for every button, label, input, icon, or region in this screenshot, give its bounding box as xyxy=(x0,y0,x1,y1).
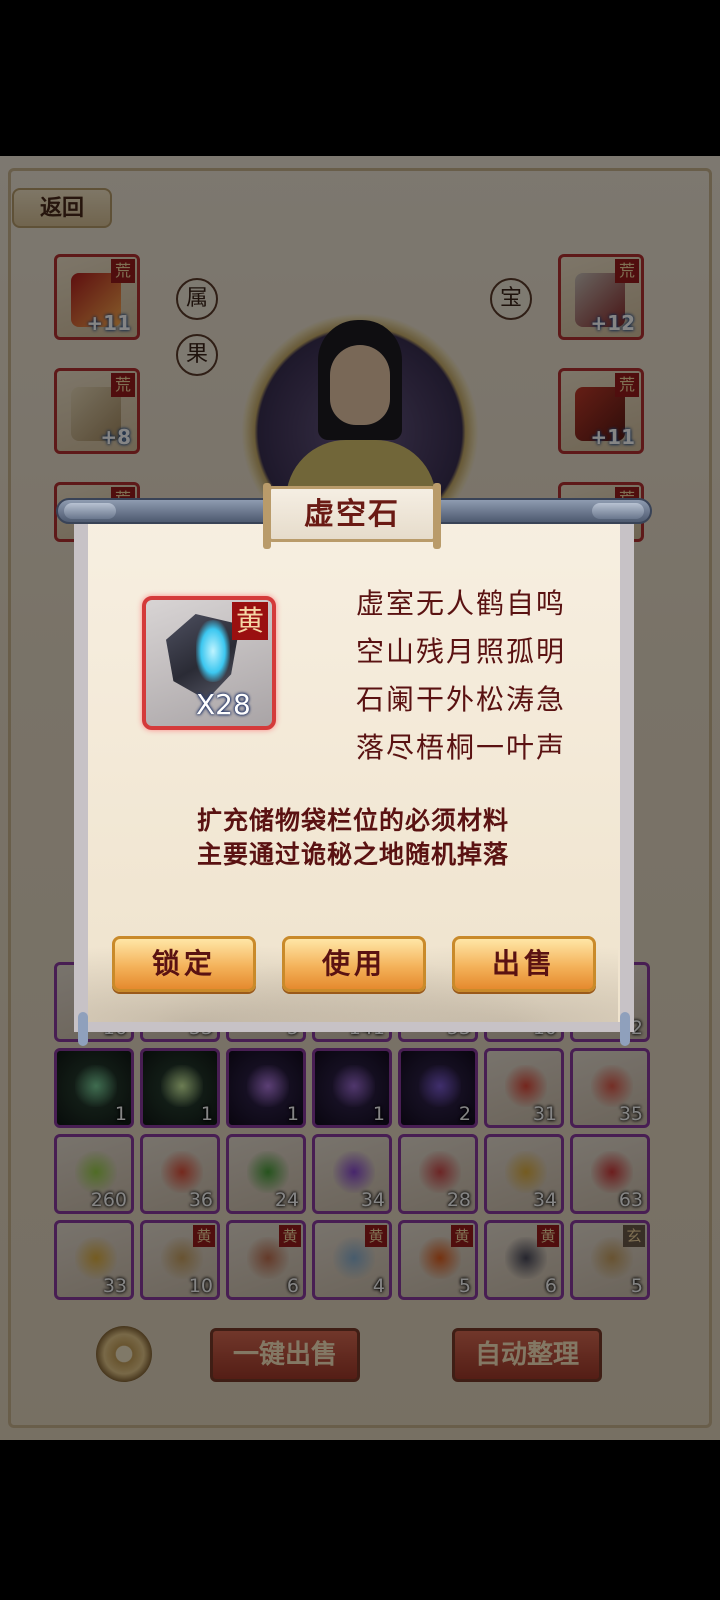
item-description: 扩充储物袋栏位的必须材料 主要通过诡秘之地随机掉落 xyxy=(88,804,618,872)
scroll-rivet xyxy=(620,1012,630,1046)
description-line: 主要通过诡秘之地随机掉落 xyxy=(196,840,509,869)
item-poem: 虚室无人鹤自鸣 空山残月照孤明 石阑干外松涛急 落尽梧桐一叶声 xyxy=(356,580,596,772)
rod-knob-right xyxy=(592,503,644,519)
poem-line: 落尽梧桐一叶声 xyxy=(356,731,567,764)
lock-button[interactable]: 锁定 xyxy=(112,936,256,992)
sell-button[interactable]: 出售 xyxy=(452,936,596,992)
description-line: 扩充储物袋栏位的必须材料 xyxy=(196,806,509,835)
poem-line: 空山残月照孤明 xyxy=(356,635,567,668)
rod-knob-left xyxy=(64,503,116,519)
item-count: X28 xyxy=(196,688,251,721)
scroll-rivet xyxy=(78,1012,88,1046)
game-screen: 返回 荒 +11 荒 +8 荒 荒 +12 荒 +11 荒 属 果 宝 1633… xyxy=(0,0,720,1600)
stone-glow xyxy=(196,620,230,682)
item-grade-badge: 黄 xyxy=(232,602,268,640)
poem-line: 石阑干外松涛急 xyxy=(356,683,567,716)
use-button[interactable]: 使用 xyxy=(282,936,426,992)
poem-line: 虚室无人鹤自鸣 xyxy=(356,587,567,620)
dialog-title: 虚空石 xyxy=(304,497,400,532)
